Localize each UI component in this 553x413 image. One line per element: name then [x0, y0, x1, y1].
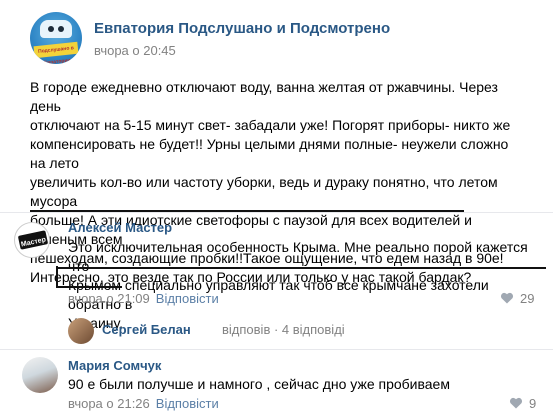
- reply-button[interactable]: Відповісти: [156, 291, 219, 306]
- avatar-eye-left: [48, 26, 54, 32]
- comment-time[interactable]: вчора о 21:26: [68, 396, 150, 411]
- reply-author-avatar[interactable]: [68, 318, 94, 344]
- highlight-bracket: [56, 266, 58, 287]
- comment-line: 90 е были получше и намного , сейчас дно…: [68, 376, 450, 392]
- group-avatar[interactable]: Подслушано в Евпатории: [30, 12, 82, 64]
- heart-icon: [500, 292, 514, 304]
- heart-icon: [509, 397, 523, 409]
- comment-time[interactable]: вчора о 21:09: [68, 291, 150, 306]
- comment-meta: вчора о 21:09 Відповісти: [68, 291, 219, 306]
- commenter-avatar[interactable]: [22, 357, 58, 393]
- highlight-underline: [56, 286, 122, 288]
- comment-line: Это исключительная особенность Крыма. Мн…: [68, 239, 528, 274]
- reply-button[interactable]: Відповісти: [156, 396, 219, 411]
- avatar-band: Подслушано в Евпатории: [33, 41, 79, 64]
- post-line: увеличить кол-во или частоту уборки, вед…: [30, 174, 498, 209]
- comment-text: Это исключительная особенность Крыма. Мн…: [68, 238, 538, 333]
- highlight-underline: [56, 267, 546, 269]
- avatar-figure: [40, 20, 72, 38]
- comment-meta: вчора о 21:26 Відповісти: [68, 396, 219, 411]
- avatar-band-text: Подслушано в Евпатории: [37, 45, 75, 64]
- commenter-avatar[interactable]: Mастер: [14, 222, 50, 258]
- like-button[interactable]: 9: [509, 396, 536, 411]
- divider: [0, 349, 553, 350]
- like-count: 29: [520, 291, 535, 306]
- reply-author-link[interactable]: Сергей Белан: [102, 322, 191, 337]
- comment-author-link[interactable]: Мария Сомчук: [68, 358, 161, 373]
- post-line: отключают на 5-15 минут свет- забадали у…: [30, 117, 511, 133]
- like-count: 9: [529, 396, 537, 411]
- like-button[interactable]: 29: [500, 291, 534, 306]
- post-timestamp[interactable]: вчора о 20:45: [94, 43, 176, 58]
- replies-count-link[interactable]: відповів · 4 відповіді: [222, 322, 345, 337]
- comment-text: 90 е были получше и намного , сейчас дно…: [68, 375, 538, 394]
- avatar-eye-right: [58, 26, 64, 32]
- post-line: В городе ежедневно отключают воду, ванна…: [30, 79, 498, 114]
- post-line: компенсировать не будет!! Урны целыми дн…: [30, 136, 509, 171]
- group-name-link[interactable]: Евпатория Подслушано и Подсмотрено: [94, 20, 390, 37]
- divider: [0, 212, 553, 213]
- comment-author-link[interactable]: Алексей Мастер: [68, 220, 172, 235]
